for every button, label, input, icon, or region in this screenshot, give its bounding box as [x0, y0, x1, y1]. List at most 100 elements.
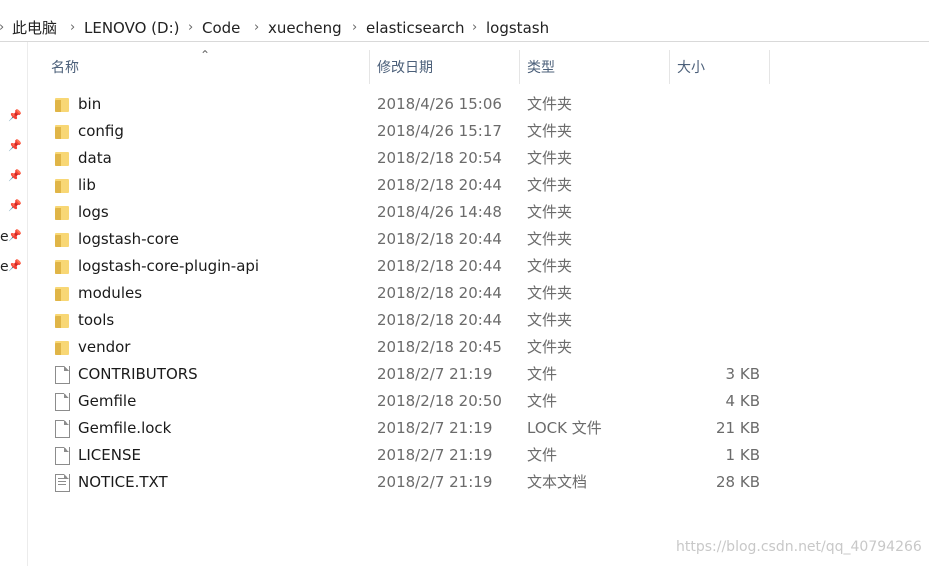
column-header-name[interactable]: 名称: [51, 50, 367, 84]
folder-icon: [54, 123, 70, 140]
file-name: data: [78, 149, 112, 167]
file-modified-date: 2018/2/18 20:45: [377, 338, 502, 356]
chevron-right-icon[interactable]: ›: [70, 20, 75, 35]
breadcrumb-logstash[interactable]: logstash: [486, 19, 549, 37]
folder-icon: [54, 204, 70, 221]
file-row[interactable]: Gemfile 2018/2/18 20:50 文件 4 KB: [48, 388, 770, 415]
file-name: logs: [78, 203, 109, 221]
column-divider[interactable]: [369, 50, 370, 84]
file-name: Gemfile: [78, 392, 137, 410]
file-type: 文件: [527, 446, 558, 464]
file-modified-date: 2018/2/18 20:44: [377, 176, 502, 194]
file-modified-date: 2018/2/18 20:44: [377, 257, 502, 275]
file-type: LOCK 文件: [527, 419, 602, 437]
file-size: [668, 334, 760, 361]
file-row[interactable]: logstash-core 2018/2/18 20:44 文件夹: [48, 226, 770, 253]
file-type: 文件夹: [527, 122, 573, 140]
file-type: 文件夹: [527, 284, 573, 302]
file-row[interactable]: lib 2018/2/18 20:44 文件夹: [48, 172, 770, 199]
file-row[interactable]: tools 2018/2/18 20:44 文件夹: [48, 307, 770, 334]
file-name: LICENSE: [78, 446, 141, 464]
file-row[interactable]: modules 2018/2/18 20:44 文件夹: [48, 280, 770, 307]
file-name: Gemfile.lock: [78, 419, 172, 437]
chevron-right-icon[interactable]: ›: [352, 20, 357, 35]
file-size: [668, 172, 760, 199]
file-row[interactable]: Gemfile.lock 2018/2/7 21:19 LOCK 文件 21 K…: [48, 415, 770, 442]
pin-icon[interactable]: 📌: [8, 200, 22, 212]
navigation-pane: 📌 📌 📌 📌 e 📌 e 📌: [0, 42, 28, 566]
pin-icon[interactable]: 📌: [8, 230, 22, 242]
file-name: logstash-core: [78, 230, 179, 248]
column-header-name-label: 名称: [51, 60, 79, 76]
chevron-right-icon[interactable]: ›: [254, 20, 259, 35]
file-type: 文件夹: [527, 311, 573, 329]
file-size: 28 KB: [716, 473, 760, 491]
column-header-date-label: 修改日期: [377, 60, 433, 76]
file-row[interactable]: NOTICE.TXT 2018/2/7 21:19 文本文档 28 KB: [48, 469, 770, 496]
file-size: [668, 280, 760, 307]
file-type: 文件夹: [527, 338, 573, 356]
file-size: [668, 199, 760, 226]
file-row[interactable]: config 2018/4/26 15:17 文件夹: [48, 118, 770, 145]
file-row[interactable]: vendor 2018/2/18 20:45 文件夹: [48, 334, 770, 361]
file-modified-date: 2018/4/26 15:06: [377, 95, 502, 113]
file-modified-date: 2018/2/18 20:44: [377, 284, 502, 302]
file-size: [668, 145, 760, 172]
file-modified-date: 2018/2/7 21:19: [377, 446, 493, 464]
folder-icon: [54, 258, 70, 275]
file-row[interactable]: logs 2018/4/26 14:48 文件夹: [48, 199, 770, 226]
file-row[interactable]: data 2018/2/18 20:54 文件夹: [48, 145, 770, 172]
pin-icon[interactable]: 📌: [8, 140, 22, 152]
breadcrumb-drive[interactable]: LENOVO (D:): [84, 19, 179, 37]
breadcrumb-this-pc[interactable]: 此电脑: [12, 17, 57, 38]
column-divider[interactable]: [669, 50, 670, 84]
column-header-size[interactable]: 大小: [677, 50, 767, 84]
chevron-right-icon[interactable]: ›: [472, 20, 477, 35]
file-name: modules: [78, 284, 143, 302]
breadcrumb-elasticsearch[interactable]: elasticsearch: [366, 19, 465, 37]
pin-icon[interactable]: 📌: [8, 260, 22, 272]
file-size: [668, 253, 760, 280]
file-name: config: [78, 122, 124, 140]
column-header-type[interactable]: 类型: [527, 50, 667, 84]
file-modified-date: 2018/2/18 20:54: [377, 149, 502, 167]
address-bar[interactable]: › 此电脑 › LENOVO (D:) › Code › xuecheng › …: [0, 14, 929, 42]
chevron-right-icon[interactable]: ›: [188, 20, 193, 35]
column-header-size-label: 大小: [677, 60, 705, 76]
pin-icon[interactable]: 📌: [8, 170, 22, 182]
file-row[interactable]: logstash-core-plugin-api 2018/2/18 20:44…: [48, 253, 770, 280]
file-icon: [54, 393, 70, 411]
column-header-date[interactable]: 修改日期: [377, 50, 517, 84]
file-modified-date: 2018/4/26 15:17: [377, 122, 502, 140]
file-size: 21 KB: [716, 419, 760, 437]
file-name: bin: [78, 95, 102, 113]
text-file-icon: [54, 474, 70, 492]
folder-icon: [54, 312, 70, 329]
column-divider[interactable]: [519, 50, 520, 84]
folder-icon: [54, 285, 70, 302]
file-type: 文件: [527, 392, 558, 410]
breadcrumb-xuecheng[interactable]: xuecheng: [268, 19, 342, 37]
file-row[interactable]: bin 2018/4/26 15:06 文件夹: [48, 91, 770, 118]
breadcrumb-code[interactable]: Code: [202, 19, 240, 37]
column-divider[interactable]: [769, 50, 770, 84]
column-header-type-label: 类型: [527, 60, 555, 76]
file-size: [668, 91, 760, 118]
file-row[interactable]: CONTRIBUTORS 2018/2/7 21:19 文件 3 KB: [48, 361, 770, 388]
file-modified-date: 2018/2/18 20:44: [377, 311, 502, 329]
file-name: vendor: [78, 338, 131, 356]
file-icon: [54, 447, 70, 465]
file-type: 文本文档: [527, 473, 588, 491]
file-row[interactable]: LICENSE 2018/2/7 21:19 文件 1 KB: [48, 442, 770, 469]
file-type: 文件夹: [527, 203, 573, 221]
file-name: logstash-core-plugin-api: [78, 257, 260, 275]
file-modified-date: 2018/2/18 20:44: [377, 230, 502, 248]
file-type: 文件夹: [527, 149, 573, 167]
file-type: 文件: [527, 365, 558, 383]
file-size: [668, 226, 760, 253]
file-modified-date: 2018/2/7 21:19: [377, 419, 493, 437]
pin-icon[interactable]: 📌: [8, 110, 22, 122]
file-type: 文件夹: [527, 230, 573, 248]
file-type: 文件夹: [527, 257, 573, 275]
folder-icon: [54, 96, 70, 113]
